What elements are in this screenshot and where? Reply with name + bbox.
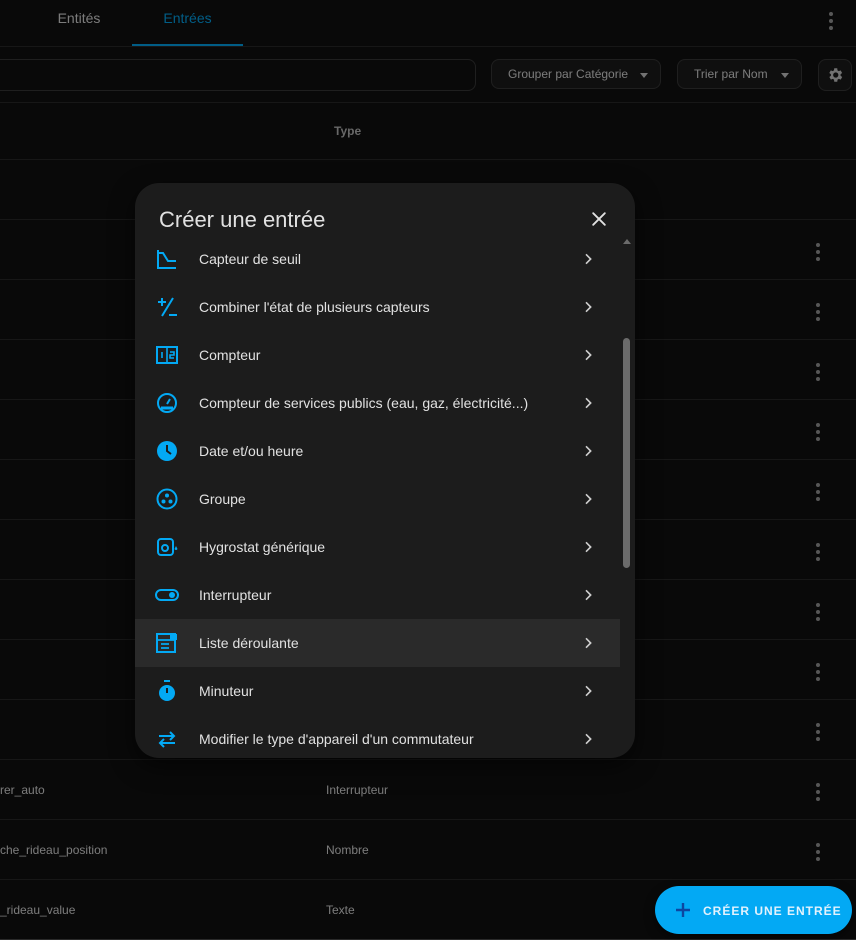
chevron-right-icon <box>585 397 592 409</box>
list-item-change-switch-type[interactable]: Modifier le type d'appareil d'un commuta… <box>135 715 620 758</box>
plus-minus-icon <box>158 297 177 317</box>
list-item-label: Modifier le type d'appareil d'un commuta… <box>199 731 474 747</box>
dropdown-list-icon <box>156 633 177 653</box>
chevron-right-icon <box>585 541 592 553</box>
list-item-date-time[interactable]: Date et/ou heure <box>135 427 620 475</box>
chevron-right-icon <box>585 253 592 265</box>
list-item-label: Groupe <box>199 491 246 507</box>
chevron-right-icon <box>585 301 592 313</box>
counter-icon <box>156 346 178 364</box>
clock-icon <box>157 441 177 461</box>
chevron-right-icon <box>585 685 592 697</box>
list-item-threshold[interactable]: Capteur de seuil <box>135 235 620 283</box>
create-helper-dialog: Créer une entrée Capteur de seuil Combin… <box>135 183 635 758</box>
helper-type-list: Capteur de seuil Combiner l'état de plus… <box>135 235 620 758</box>
list-item-group[interactable]: Groupe <box>135 475 620 523</box>
chevron-right-icon <box>585 589 592 601</box>
list-item-timer[interactable]: Minuteur <box>135 667 620 715</box>
list-item-counter[interactable]: Compteur <box>135 331 620 379</box>
threshold-icon <box>157 250 176 269</box>
list-item-label: Minuteur <box>199 683 254 699</box>
chevron-right-icon <box>585 493 592 505</box>
list-item-label: Hygrostat générique <box>199 539 326 555</box>
dialog-title: Créer une entrée <box>159 207 326 232</box>
timer-icon <box>159 680 175 701</box>
chevron-right-icon <box>585 733 592 745</box>
list-item-label: Combiner l'état de plusieurs capteurs <box>199 299 430 315</box>
create-helper-label: CRÉER UNE ENTRÉE <box>703 904 842 918</box>
chevron-right-icon <box>585 445 592 457</box>
plus-icon <box>676 903 690 917</box>
list-item-label: Liste déroulante <box>199 635 299 651</box>
list-item-label: Interrupteur <box>199 587 272 603</box>
chevron-right-icon <box>585 349 592 361</box>
create-helper-button[interactable]: CRÉER UNE ENTRÉE <box>655 886 852 934</box>
list-item-label: Compteur <box>199 347 261 363</box>
group-icon <box>156 488 178 510</box>
list-item-hygrostat[interactable]: Hygrostat générique <box>135 523 620 571</box>
list-item-label: Compteur de services publics (eau, gaz, … <box>199 395 529 411</box>
list-item-label: Capteur de seuil <box>199 251 301 267</box>
chevron-right-icon <box>585 637 592 649</box>
swap-icon <box>158 731 176 748</box>
list-item-dropdown[interactable]: Liste déroulante <box>135 619 620 667</box>
list-item-label: Date et/ou heure <box>199 443 304 459</box>
scroll-up-arrow-icon <box>623 239 631 244</box>
close-icon[interactable] <box>589 209 609 229</box>
toggle-icon <box>155 589 179 601</box>
list-item-utility-meter[interactable]: Compteur de services publics (eau, gaz, … <box>135 379 620 427</box>
scrollbar-thumb[interactable] <box>623 338 630 568</box>
list-item-toggle[interactable]: Interrupteur <box>135 571 620 619</box>
gauge-icon <box>157 393 177 413</box>
list-item-combine-sensors[interactable]: Combiner l'état de plusieurs capteurs <box>135 283 620 331</box>
hygrostat-icon <box>157 538 178 556</box>
